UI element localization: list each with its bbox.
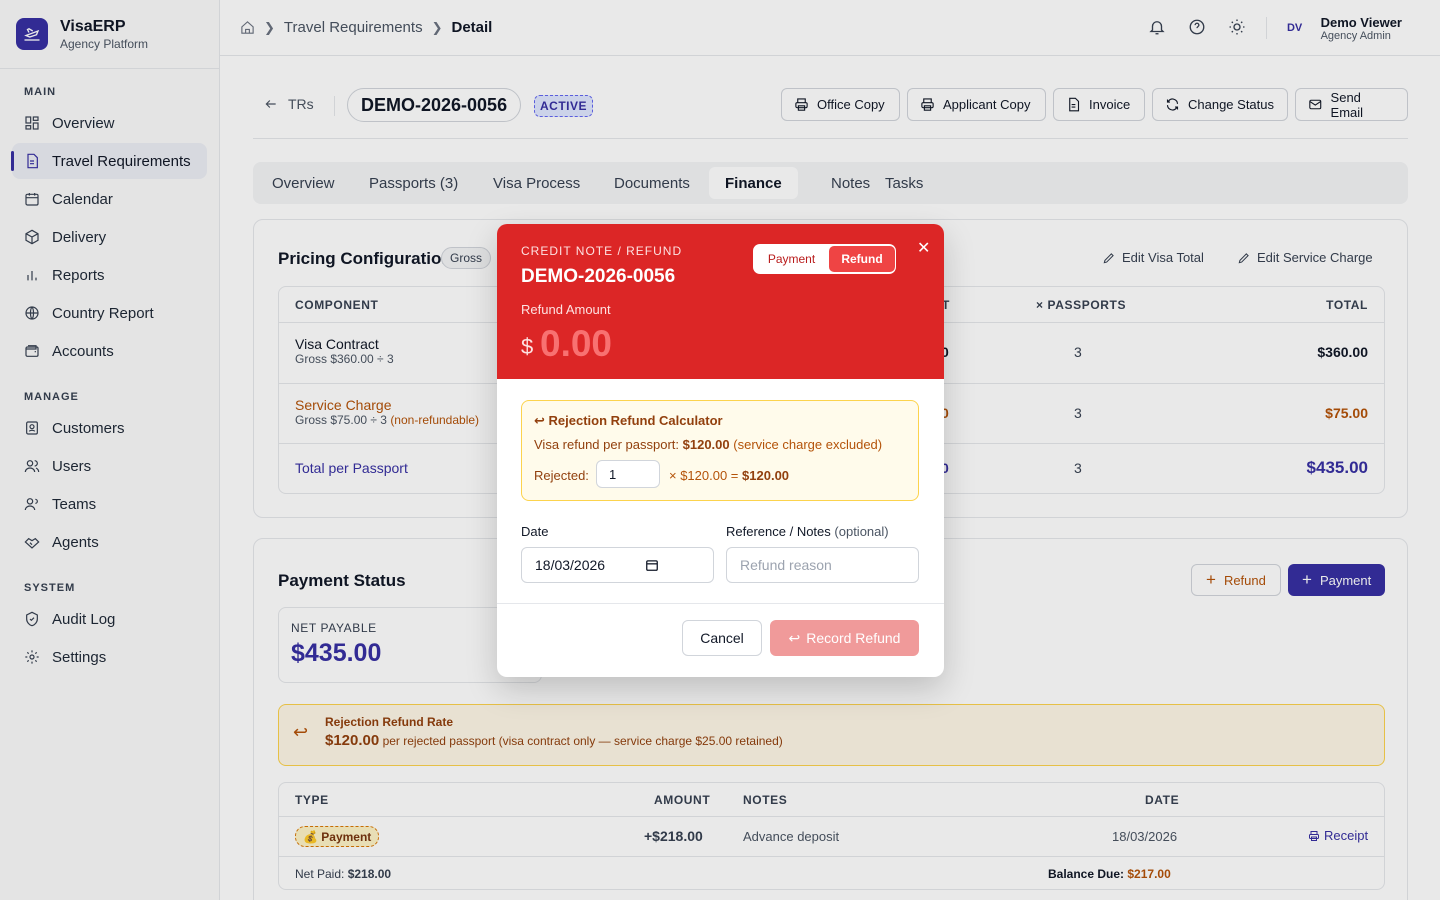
return-arrow-icon: ↩ (788, 629, 801, 646)
formula-result: $120.00 (742, 468, 790, 483)
return-arrow-icon: ↩ (534, 413, 545, 428)
formula-text: × $120.00 = (669, 468, 739, 483)
reference-label: Reference / Notes (optional) (726, 524, 889, 539)
calendar-icon[interactable] (645, 558, 659, 572)
type-toggle: Payment Refund (753, 244, 896, 274)
calculator-title: ↩ Rejection Refund Calculator (534, 413, 723, 429)
currency-symbol: $ (521, 334, 534, 359)
record-refund-label: Record Refund (806, 630, 901, 646)
close-icon[interactable]: ✕ (917, 238, 930, 258)
rejected-label: Rejected: (534, 468, 589, 483)
rate-value: $120.00 (682, 437, 730, 452)
toggle-payment[interactable]: Payment (754, 245, 829, 273)
calculator-formula: × $120.00 = $120.00 (669, 468, 789, 483)
reference-input[interactable]: Refund reason (726, 547, 919, 583)
optional-hint: (optional) (834, 524, 889, 539)
rejected-count-input[interactable]: 1 (596, 460, 660, 488)
record-refund-button[interactable]: ↩ Record Refund (770, 620, 919, 656)
refund-calculator: ↩ Rejection Refund Calculator Visa refun… (521, 400, 919, 501)
divider (497, 603, 944, 604)
date-field[interactable]: 18/03/2026 (521, 547, 714, 583)
toggle-refund[interactable]: Refund (829, 246, 895, 272)
excluded-note: (service charge excluded) (733, 437, 883, 452)
modal-code: DEMO-2026-0056 (521, 266, 676, 287)
cancel-button[interactable]: Cancel (682, 620, 762, 656)
rate-prefix: Visa refund per passport: (534, 437, 680, 452)
date-label: Date (521, 524, 549, 539)
refund-modal: CREDIT NOTE / REFUND DEMO-2026-0056 Paym… (497, 224, 944, 677)
modal-kicker: CREDIT NOTE / REFUND (521, 244, 683, 258)
calculator-rate-line: Visa refund per passport: $120.00 (servi… (534, 437, 882, 452)
reference-label-text: Reference / Notes (726, 524, 831, 539)
calculator-title-text: Rejection Refund Calculator (548, 413, 723, 428)
modal-header: CREDIT NOTE / REFUND DEMO-2026-0056 Paym… (497, 224, 944, 379)
date-value: 18/03/2026 (535, 557, 606, 573)
refund-amount-input[interactable]: 0.00 (540, 323, 612, 365)
refund-amount-label: Refund Amount (521, 302, 611, 317)
